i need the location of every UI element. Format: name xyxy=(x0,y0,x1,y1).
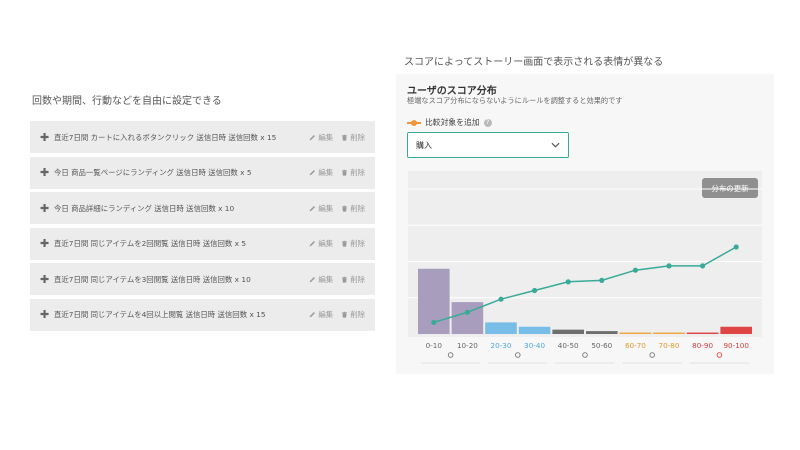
rule-row[interactable]: ✚ 直近7日間 同じアイテムを2回閲覧 送信日時 送信回数 x 5 編集 削除 xyxy=(30,227,375,260)
delete-button[interactable]: 削除 xyxy=(341,309,365,320)
edit-label: 編集 xyxy=(318,203,334,213)
help-icon[interactable]: ? xyxy=(483,118,492,127)
delete-label: 削除 xyxy=(350,203,365,213)
trash-icon xyxy=(342,169,348,176)
pencil-icon xyxy=(310,276,316,282)
trash-icon xyxy=(342,311,348,318)
plus-icon[interactable]: ✚ xyxy=(40,237,54,250)
plus-icon[interactable]: ✚ xyxy=(40,308,54,321)
rule-text: 直近7日間 同じアイテムを4回以上閲覧 送信日時 送信回数 x 15 xyxy=(54,310,266,319)
delete-button[interactable]: 削除 xyxy=(341,238,365,249)
plus-icon[interactable]: ✚ xyxy=(40,202,54,215)
trash-icon xyxy=(342,240,348,247)
left-heading: 回数や期間、行動などを自由に設定できる xyxy=(32,96,222,107)
plus-icon[interactable]: ✚ xyxy=(40,166,54,179)
edit-button[interactable]: 編集 xyxy=(309,309,333,320)
pencil-icon xyxy=(310,205,316,211)
rule-row[interactable]: ✚ 直近7日間 カートに入れるボタンクリック 送信日時 送信回数 x 15 編集… xyxy=(30,121,375,153)
compare-label: 比較対象を追加 xyxy=(425,118,480,127)
pencil-icon xyxy=(310,241,316,247)
delete-label: 削除 xyxy=(350,274,365,284)
edit-label: 編集 xyxy=(318,310,334,319)
rule-row[interactable]: ✚ 直近7日間 同じアイテムを3回閲覧 送信日時 送信回数 x 10 編集 削除 xyxy=(30,263,375,295)
card-title: ユーザのスコア分布 xyxy=(407,86,497,97)
add-comparison[interactable]: 比較対象を追加 ? xyxy=(407,117,492,128)
rule-text: 直近7日間 カートに入れるボタンクリック 送信日時 送信回数 x 15 xyxy=(54,132,277,142)
rule-text: 直近7日間 同じアイテムを3回閲覧 送信日時 送信回数 x 10 xyxy=(54,274,251,284)
rule-row[interactable]: ✚ 今日 商品一覧ページにランディング 送信日時 送信回数 x 5 編集 削除 xyxy=(30,156,375,189)
plus-icon[interactable]: ✚ xyxy=(40,273,54,286)
delete-button[interactable]: 削除 xyxy=(341,132,365,143)
rule-row[interactable]: ✚ 今日 商品詳細にランディング 送信日時 送信回数 x 10 編集 削除 xyxy=(30,192,375,224)
edit-button[interactable]: 編集 xyxy=(309,167,333,178)
select-value: 購入 xyxy=(416,140,432,150)
edit-button[interactable]: 編集 xyxy=(309,238,333,249)
trash-icon xyxy=(342,205,348,212)
delete-label: 削除 xyxy=(350,132,365,142)
delete-button[interactable]: 削除 xyxy=(341,203,365,214)
rule-text: 直近7日間 同じアイテムを2回閲覧 送信日時 送信回数 x 5 xyxy=(54,239,247,248)
rule-text: 今日 商品詳細にランディング 送信日時 送信回数 x 10 xyxy=(54,203,235,213)
rule-row[interactable]: ✚ 直近7日間 同じアイテムを4回以上閲覧 送信日時 送信回数 x 15 編集 … xyxy=(30,298,375,331)
card-subtitle: 極端なスコア分布にならないようにルールを調整すると効果的です xyxy=(407,96,623,105)
pencil-icon xyxy=(310,312,316,318)
pencil-icon xyxy=(310,134,316,140)
rule-text: 今日 商品一覧ページにランディング 送信日時 送信回数 x 5 xyxy=(54,168,252,177)
delete-label: 削除 xyxy=(350,310,365,319)
delete-label: 削除 xyxy=(350,239,365,248)
update-distribution-button[interactable]: 分布の更新 xyxy=(702,178,758,198)
edit-label: 編集 xyxy=(318,274,334,284)
plus-icon[interactable]: ✚ xyxy=(40,131,54,144)
edit-label: 編集 xyxy=(318,132,334,142)
edit-label: 編集 xyxy=(318,168,334,177)
edit-label: 編集 xyxy=(318,239,334,248)
delete-button[interactable]: 削除 xyxy=(341,167,365,178)
edit-button[interactable]: 編集 xyxy=(309,203,333,214)
trash-icon xyxy=(342,276,348,283)
right-caption: スコアによってストーリー画面で表示される表情が異なる xyxy=(404,57,664,68)
trash-icon xyxy=(342,134,348,141)
edit-button[interactable]: 編集 xyxy=(309,274,333,285)
comparison-select[interactable]: 購入 xyxy=(407,132,569,158)
delete-button[interactable]: 削除 xyxy=(341,274,365,285)
delete-label: 削除 xyxy=(350,168,365,177)
rule-list: ✚ 直近7日間 カートに入れるボタンクリック 送信日時 送信回数 x 15 編集… xyxy=(30,121,375,334)
line-marker-icon xyxy=(407,119,421,127)
chevron-down-icon xyxy=(551,142,560,148)
edit-button[interactable]: 編集 xyxy=(309,132,333,143)
pencil-icon xyxy=(310,170,316,176)
